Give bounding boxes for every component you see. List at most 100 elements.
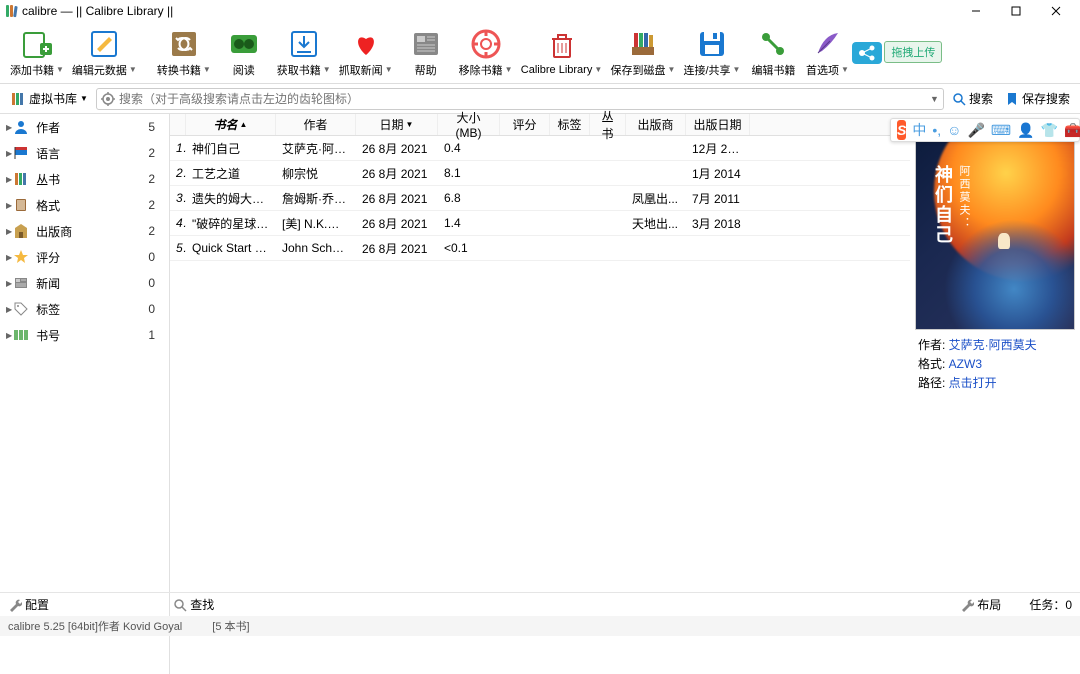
col-rating[interactable]: 评分 (500, 114, 550, 135)
jobs-button[interactable]: 任务：0 (1029, 596, 1072, 613)
config-button[interactable]: 配置 (8, 596, 49, 613)
ime-skin-icon[interactable]: 👕 (1041, 122, 1058, 139)
fetch-books-button[interactable]: 获取书籍▼ (273, 25, 335, 80)
cell-author: 柳宗悦 (276, 165, 356, 182)
table-row[interactable]: 2工艺之道柳宗悦26 8月 20218.11月 2014 (170, 161, 910, 186)
sidebar-item-formats[interactable]: ▶ 格式 2 (0, 192, 169, 218)
save-to-disk-button[interactable]: 保存到磁盘▼ (607, 25, 680, 80)
ime-cn-label[interactable]: 中 (912, 120, 926, 140)
edit-metadata-label: 编辑元数据 (72, 62, 127, 78)
status-book-count: [5 本书] (212, 618, 249, 634)
save-disk-label: 保存到磁盘 (611, 62, 666, 78)
sidebar-item-series[interactable]: ▶ 丛书 2 (0, 166, 169, 192)
close-button[interactable] (1036, 0, 1076, 22)
col-title[interactable]: 书名▲ (186, 114, 276, 135)
author-link[interactable]: 艾萨克·阿西莫夫 (949, 338, 1037, 352)
sidebar-item-publishers[interactable]: ▶ 出版商 2 (0, 218, 169, 244)
table-row[interactable]: 1神们自己艾萨克·阿西莫...26 8月 20210.412月 2014 (170, 136, 910, 161)
book-cover[interactable]: 阿西莫夫：神们自己 (915, 120, 1075, 330)
tag-icon (12, 300, 30, 318)
fetch-news-button[interactable]: 抓取新闻▼ (335, 25, 397, 80)
fetch-label: 获取书籍 (277, 62, 321, 78)
drag-upload-button[interactable]: 拖拽上传 (884, 41, 942, 63)
cell-date: 26 8月 2021 (356, 140, 438, 157)
minimize-button[interactable] (956, 0, 996, 22)
format-link[interactable]: AZW3 (949, 357, 982, 371)
save-search-button[interactable]: 保存搜索 (1001, 88, 1074, 109)
connect-icon (756, 27, 790, 61)
gear-icon[interactable] (101, 92, 115, 106)
path-link[interactable]: 点击打开 (949, 376, 997, 390)
sidebar-item-identifiers[interactable]: ▶ 书号 1 (0, 322, 169, 348)
sort-asc-icon: ▲ (240, 120, 248, 129)
preferences-button[interactable]: 首选项▼ (802, 27, 852, 78)
cell-pubdate: 7月 2011 (686, 190, 750, 207)
sidebar-item-news[interactable]: ▶ 新闻 0 (0, 270, 169, 296)
sidebar-item-count: 2 (148, 146, 163, 160)
connect-share-button[interactable]: 连接/共享▼ (679, 25, 744, 80)
sidebar-item-tags[interactable]: ▶ 标签 0 (0, 296, 169, 322)
sidebar-item-languages[interactable]: ▶ 语言 2 (0, 140, 169, 166)
col-publisher[interactable]: 出版商 (626, 114, 686, 135)
cell-index: 4 (170, 216, 186, 230)
add-books-button[interactable]: 添加书籍▼ (6, 25, 68, 80)
col-series[interactable]: 丛书 (590, 114, 626, 135)
table-row[interactable]: 3遗失的姆大陆之...詹姆斯·乔治瓦...26 8月 20216.8凤凰出...… (170, 186, 910, 211)
flag-icon (12, 144, 30, 162)
ime-toolbox-icon[interactable]: 🧰 (1064, 122, 1080, 139)
main-toolbar: 添加书籍▼ 编辑元数据▼ 转换书籍▼ 阅读 获取书籍▼ 抓取新闻▼ 帮助 移除书… (0, 22, 1080, 84)
col-author[interactable]: 作者 (276, 114, 356, 135)
find-button[interactable]: 查找 (173, 596, 214, 613)
col-pubdate[interactable]: 出版日期 (686, 114, 750, 135)
sidebar-item-label: 语言 (36, 145, 148, 162)
edit-metadata-button[interactable]: 编辑元数据▼ (68, 25, 141, 80)
cell-author: 艾萨克·阿西莫... (276, 140, 356, 157)
read-button[interactable]: 阅读 (215, 25, 273, 80)
cell-author: John Schember (276, 241, 356, 255)
virtual-library-button[interactable]: 虚拟书库 ▼ (6, 88, 92, 109)
cell-title: 神们自己 (186, 140, 276, 157)
col-tags[interactable]: 标签 (550, 114, 590, 135)
remove-books-button[interactable]: 移除书籍▼ (455, 25, 517, 80)
ime-smiley-icon[interactable]: ☺ (947, 122, 961, 138)
help-label: 帮助 (415, 62, 437, 78)
help-button[interactable]: 帮助 (397, 25, 455, 80)
sidebar-item-authors[interactable]: ▶ 作者 5 (0, 114, 169, 140)
cell-size: 1.4 (438, 216, 500, 230)
ime-punct-icon[interactable]: •, (932, 122, 941, 138)
table-row[interactable]: 4"破碎的星球" (...[美] N.K.杰米...26 8月 20211.4天… (170, 211, 910, 236)
table-row[interactable]: 5Quick Start GuideJohn Schember26 8月 202… (170, 236, 910, 261)
chevron-down-icon: ▼ (505, 65, 513, 74)
building-icon (12, 222, 30, 240)
chevron-down-icon: ▼ (80, 94, 88, 103)
search-bar: 虚拟书库 ▼ ▼ 搜索 保存搜索 (0, 84, 1080, 114)
layout-button[interactable]: 布局 (960, 596, 1001, 613)
cell-size: <0.1 (438, 241, 500, 255)
ime-toolbar[interactable]: S 中 •, ☺ 🎤 ⌨ 👤 👕 🧰 (890, 118, 1080, 142)
remove-label: 移除书籍 (459, 62, 503, 78)
sidebar-item-rating[interactable]: ▶ 评分 0 (0, 244, 169, 270)
sidebar-item-count: 0 (148, 276, 163, 290)
col-index[interactable] (170, 114, 186, 135)
convert-label: 转换书籍 (157, 62, 201, 78)
ime-keyboard-icon[interactable]: ⌨ (991, 122, 1011, 139)
sidebar-item-count: 1 (148, 328, 163, 342)
col-size[interactable]: 大小 (MB) (438, 114, 500, 135)
library-button[interactable]: Calibre Library▼ (517, 27, 607, 78)
search-input[interactable] (119, 92, 926, 106)
search-button[interactable]: 搜索 (948, 88, 997, 109)
maximize-button[interactable] (996, 0, 1036, 22)
sidebar-item-label: 评分 (36, 249, 148, 266)
books-icon (12, 170, 30, 188)
edit-book-button[interactable]: 编辑书籍 (744, 25, 802, 80)
chevron-down-icon[interactable]: ▼ (930, 94, 939, 104)
bookmark-icon (1005, 92, 1019, 106)
search-icon (173, 598, 187, 612)
sogou-logo-icon[interactable]: S (897, 120, 906, 140)
col-date[interactable]: 日期▼ (356, 114, 438, 135)
ime-mic-icon[interactable]: 🎤 (967, 122, 984, 139)
ime-user-icon[interactable]: 👤 (1017, 122, 1034, 139)
convert-books-button[interactable]: 转换书籍▼ (153, 25, 215, 80)
cell-author: 詹姆斯·乔治瓦... (276, 190, 356, 207)
layout-label: 布局 (977, 596, 1001, 613)
